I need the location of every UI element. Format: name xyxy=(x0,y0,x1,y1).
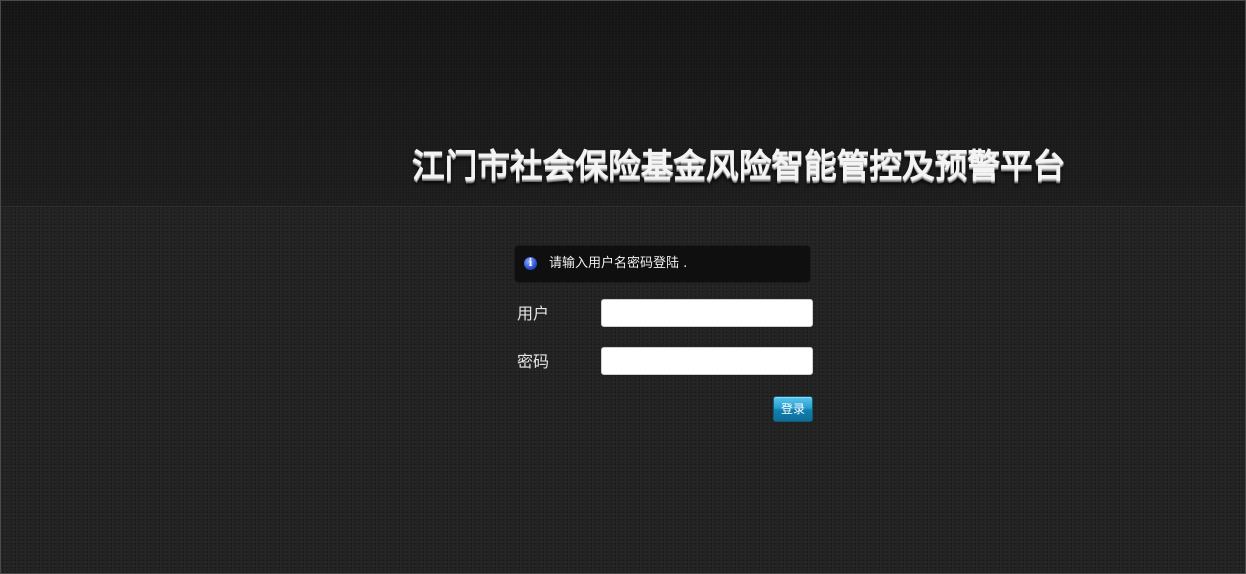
password-input[interactable] xyxy=(601,347,813,375)
login-notice: i 请输入用户名密码登陆 . xyxy=(514,245,811,283)
info-icon: i xyxy=(524,257,537,270)
username-input[interactable] xyxy=(601,299,813,327)
app-title: 江门市社会保险基金风险智能管控及预警平台 xyxy=(412,146,1066,185)
login-button[interactable]: 登录 xyxy=(773,396,813,422)
username-label: 用户 xyxy=(517,304,550,323)
password-label: 密码 xyxy=(517,352,550,371)
login-notice-text: 请输入用户名密码登陆 . xyxy=(549,256,688,271)
